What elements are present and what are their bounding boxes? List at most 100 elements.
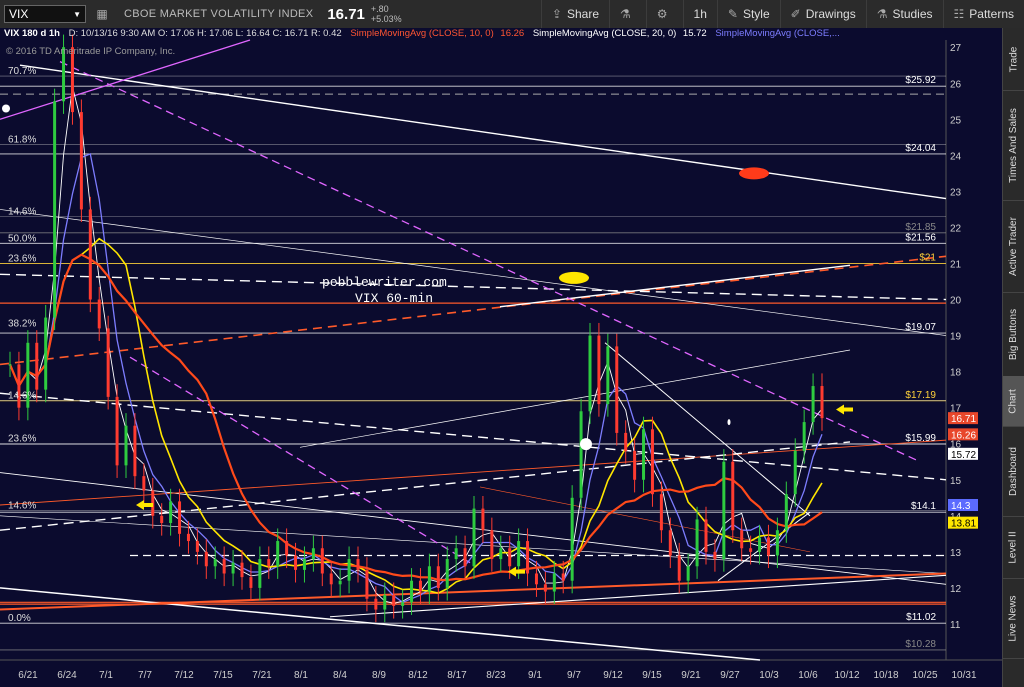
gear-icon: ⚙: [656, 7, 668, 21]
y-tick-label: 19: [950, 332, 962, 343]
sidebar-tab-chart[interactable]: Chart: [1003, 376, 1024, 427]
price-bar-body: [704, 519, 708, 552]
patterns-button[interactable]: ☷ Patterns: [942, 0, 1024, 28]
price-bar-body: [311, 548, 315, 560]
price-bar-body: [44, 317, 48, 390]
chart-background: [0, 28, 1003, 687]
price-tag-label: 13.81: [951, 519, 976, 530]
level-label: $14.1: [911, 501, 936, 512]
price-bar-body: [222, 559, 226, 574]
symbol-period: VIX 180 d 1h: [4, 28, 60, 39]
price-bar-body: [526, 541, 530, 574]
price-change-percent: +5.03%: [370, 14, 402, 24]
price-bar-body: [552, 573, 556, 592]
flask-button[interactable]: ⚗: [609, 0, 646, 28]
price-bar-body: [240, 562, 244, 578]
price-bar-body: [695, 519, 699, 567]
price-bar-body: [35, 342, 39, 390]
sidebar-tab-label: Chart: [1008, 388, 1020, 414]
price-bar-body: [793, 450, 797, 495]
sma10-label[interactable]: SimpleMovingAvg (CLOSE, 10, 0): [350, 28, 493, 39]
x-tick-label: 8/4: [333, 670, 347, 681]
sidebar-tab-active-trader[interactable]: Active Trader: [1003, 200, 1024, 293]
price-bar-body: [802, 422, 806, 451]
price-bar-body: [97, 299, 101, 329]
price-bar-body: [267, 559, 271, 567]
fib-label: 38.2%: [8, 318, 36, 329]
symbol-value: VIX: [9, 7, 29, 21]
price-bar-body: [124, 425, 128, 466]
x-tick-label: 9/27: [720, 670, 740, 681]
level-label: $21.56: [905, 232, 936, 243]
settings-button[interactable]: ⚙: [645, 0, 683, 28]
flask-icon: ⚗: [620, 7, 631, 21]
price-bar-body: [624, 432, 628, 451]
price-bar-body: [427, 566, 431, 592]
price-tag-label: 14.3: [951, 501, 971, 512]
sidebar-tab-level-ii[interactable]: Level II: [1003, 516, 1024, 579]
price-bar-body: [276, 541, 280, 567]
timeframe-button[interactable]: 1h: [682, 0, 717, 28]
sma20-value: 15.72: [682, 28, 707, 39]
sidebar-tab-trade[interactable]: Trade: [1003, 28, 1024, 91]
price-bar-body: [338, 580, 342, 585]
drawings-button[interactable]: ✐ Drawings: [779, 0, 866, 28]
price-bar-body: [570, 497, 574, 581]
price-bar-body: [659, 494, 663, 531]
fib-label: 23.6%: [8, 253, 36, 264]
y-tick-label: 21: [950, 259, 962, 270]
x-tick-label: 9/7: [567, 670, 581, 681]
sma-more-label[interactable]: SimpleMovingAvg (CLOSE,...: [715, 28, 839, 39]
price-bar-body: [481, 508, 485, 531]
y-tick-label: 18: [950, 368, 962, 379]
x-tick-label: 9/1: [528, 670, 542, 681]
price-bar-body: [749, 548, 753, 552]
price-bar-body: [133, 425, 137, 477]
style-button[interactable]: ✎ Style: [716, 0, 780, 28]
price-chart[interactable]: 1112131415161718192021222324252627 6/216…: [0, 28, 1003, 687]
price-bar-body: [633, 450, 637, 480]
sidebar-tab-big-buttons[interactable]: Big Buttons: [1003, 292, 1024, 377]
price-bar-body: [775, 530, 779, 556]
sma20-label[interactable]: SimpleMovingAvg (CLOSE, 20, 0): [533, 28, 676, 39]
price-bar-body: [249, 577, 253, 588]
price-bar-body: [8, 364, 12, 366]
share-button[interactable]: ⇪ Share: [540, 0, 609, 28]
x-tick-label: 8/1: [294, 670, 308, 681]
symbol-selector[interactable]: VIX ▼: [4, 5, 86, 23]
white-dot-marker: [580, 438, 592, 451]
studies-button[interactable]: ⚗ Studies: [865, 0, 943, 28]
price-bar-body: [490, 530, 494, 560]
sidebar-tab-live-news[interactable]: Live News: [1003, 578, 1024, 659]
x-tick-label: 7/21: [252, 670, 272, 681]
grid-icon[interactable]: ▦: [94, 6, 110, 22]
white-dot-marker: [2, 104, 10, 113]
price-bar-body: [383, 595, 387, 610]
top-toolbar: VIX ▼ ▦ CBOE MARKET VOLATILITY INDEX 16.…: [0, 0, 1024, 29]
sidebar-tab-times-and-sales[interactable]: Times And Sales: [1003, 90, 1024, 201]
price-bar-body: [392, 595, 396, 606]
y-tick-label: 24: [950, 151, 962, 162]
x-tick-label: 10/6: [798, 670, 818, 681]
price-bar-body: [329, 573, 333, 585]
fib-label: 23.6%: [8, 434, 36, 445]
price-bar-body: [178, 501, 182, 534]
price-bar-body: [258, 559, 262, 588]
sidebar-tab-label: Level II: [1008, 530, 1019, 564]
level-label: $24.04: [905, 143, 936, 154]
fib-label: 70.7%: [8, 66, 36, 77]
fib-label: 0.0%: [8, 613, 31, 624]
price-bar-body: [53, 101, 57, 318]
fib-label: 61.8%: [8, 135, 36, 146]
price-bar-body: [784, 494, 788, 531]
price-bar-body: [597, 335, 601, 405]
price-bar-body: [160, 515, 164, 524]
price-tag-label: 16.26: [951, 430, 976, 441]
price-bar-body: [820, 386, 824, 419]
x-tick-label: 7/12: [174, 670, 194, 681]
copyright-text: © 2016 TD Ameritrade IP Company, Inc.: [6, 46, 175, 57]
price-bar-body: [401, 602, 405, 606]
price-bar-body: [508, 548, 512, 567]
x-tick-label: 10/31: [951, 670, 976, 681]
sidebar-tab-dashboard[interactable]: Dashboard: [1003, 426, 1024, 517]
